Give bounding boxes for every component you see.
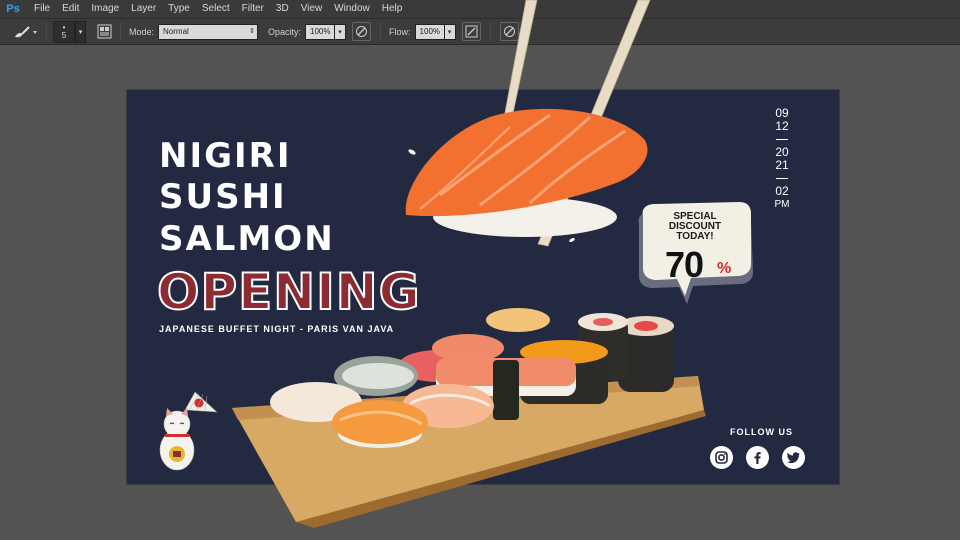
- facebook-button[interactable]: [746, 446, 769, 469]
- separator: [120, 22, 121, 41]
- mode-select[interactable]: Normal ⇕: [158, 23, 259, 40]
- twitter-button[interactable]: [782, 446, 805, 469]
- airbrush-button[interactable]: [461, 22, 481, 41]
- opacity-dropdown[interactable]: ▾: [335, 23, 347, 40]
- photoshop-logo: Ps: [6, 3, 20, 15]
- discount-percent: 70: [665, 244, 704, 285]
- opacity-input[interactable]: 100%: [305, 23, 336, 40]
- pen-pressure-icon: [356, 26, 368, 37]
- discount-text: SPECIAL DISCOUNT TODAY!: [645, 212, 745, 242]
- menu-bar: Ps File Edit Image Layer Type Select Fil…: [0, 0, 960, 18]
- separator: [380, 22, 382, 41]
- date-day: 12: [775, 119, 789, 133]
- brush-panel-icon: [97, 24, 111, 39]
- event-date: 09 12 20 21 02 PM: [767, 107, 797, 211]
- discount-line-3: TODAY!: [676, 231, 714, 242]
- brush-panel-toggle[interactable]: [94, 22, 114, 42]
- date-divider: [776, 139, 788, 140]
- chevron-down-icon: ▾: [78, 28, 83, 36]
- flow-input[interactable]: 100%: [414, 23, 445, 40]
- time-ampm: PM: [774, 199, 790, 210]
- mode-value: Normal: [163, 27, 189, 36]
- headline-line-1: NIGIRI: [159, 136, 292, 176]
- date-divider: [776, 178, 788, 179]
- headline-line-3: SALMON: [159, 219, 335, 259]
- menu-view[interactable]: View: [295, 0, 329, 18]
- lucky-cat-illustration: [159, 391, 218, 471]
- menu-type[interactable]: Type: [162, 0, 196, 18]
- brush-tool-preset[interactable]: [10, 22, 40, 42]
- airbrush-icon: [465, 25, 478, 38]
- options-bar: • 5 ▾ Mode: Normal ⇕ Opacity: 100% ▾ Flo…: [0, 18, 960, 45]
- opacity-value: 100%: [310, 27, 331, 36]
- brush-size-picker[interactable]: • 5: [53, 20, 75, 43]
- headline-line-2: SUSHI: [159, 177, 287, 217]
- chevron-down-icon: ▾: [338, 28, 342, 36]
- pressure-opacity-button[interactable]: [352, 22, 372, 41]
- updown-arrows-icon: ⇕: [249, 27, 256, 35]
- menu-layer[interactable]: Layer: [125, 0, 162, 18]
- menu-image[interactable]: Image: [85, 0, 125, 18]
- menu-window[interactable]: Window: [328, 0, 376, 18]
- menu-filter[interactable]: Filter: [236, 0, 270, 18]
- menu-edit[interactable]: Edit: [56, 0, 85, 18]
- date-year-b: 21: [775, 158, 789, 172]
- follow-us-label: FOLLOW US: [730, 427, 793, 437]
- separator: [46, 22, 47, 41]
- discount-percent-sign: %: [717, 260, 732, 277]
- instagram-button[interactable]: [710, 446, 733, 469]
- brush-size-dropdown[interactable]: ▾: [75, 20, 86, 43]
- flow-label: Flow:: [389, 26, 411, 37]
- facebook-icon: [754, 452, 761, 464]
- flow-dropdown[interactable]: ▾: [444, 23, 456, 40]
- instagram-icon: [715, 451, 728, 464]
- menu-select[interactable]: Select: [196, 0, 236, 18]
- flow-value: 100%: [419, 27, 441, 36]
- sushi-platter: [232, 308, 706, 528]
- mode-label: Mode:: [129, 26, 155, 37]
- time-hour: 02: [775, 184, 789, 198]
- chevron-down-icon: ▾: [447, 28, 452, 36]
- salmon-nigiri-held: [405, 108, 648, 237]
- brush-size-value: 5: [61, 30, 67, 40]
- twitter-icon: [787, 452, 800, 464]
- menu-help[interactable]: Help: [376, 0, 409, 18]
- opacity-label: Opacity:: [268, 26, 302, 37]
- menu-3d[interactable]: 3D: [270, 0, 295, 18]
- menu-file[interactable]: File: [24, 0, 56, 18]
- brush-icon: [15, 25, 37, 37]
